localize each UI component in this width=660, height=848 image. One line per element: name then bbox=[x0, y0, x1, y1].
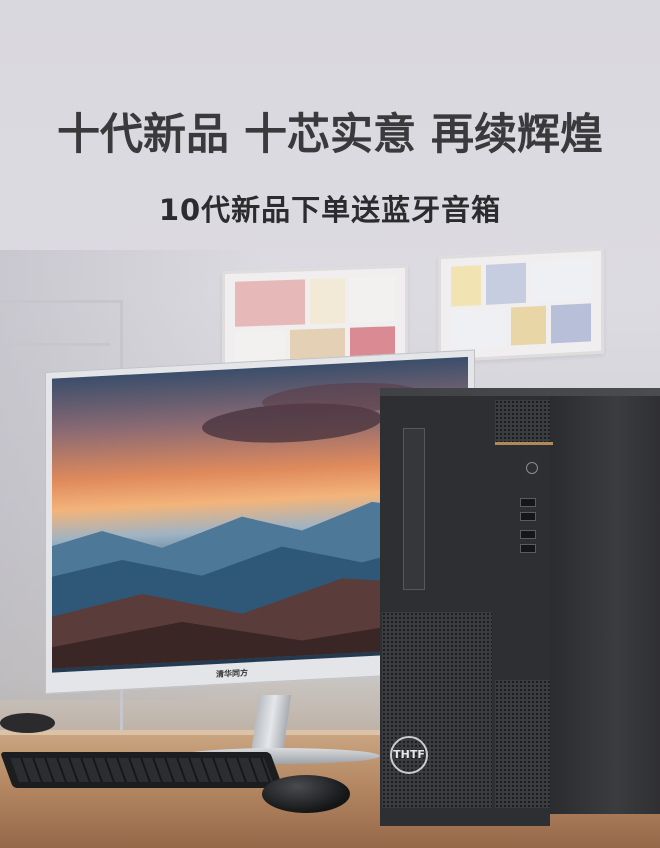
tower-front-grille-right bbox=[495, 680, 550, 808]
product-banner: 十代新品 十芯实意 再续辉煌 10代新品下单送蓝牙音箱 清华同方 THTF bbox=[0, 0, 660, 848]
tower-accent-trim bbox=[495, 442, 553, 445]
tower-logo-badge: THTF bbox=[390, 736, 428, 774]
usb-port bbox=[520, 544, 536, 553]
mouse bbox=[262, 775, 350, 813]
keyboard bbox=[0, 752, 284, 788]
optical-drive-bay bbox=[403, 428, 425, 590]
usb-port bbox=[520, 530, 536, 539]
background-mouse bbox=[0, 713, 55, 733]
banner-headline: 十代新品 十芯实意 再续辉煌 bbox=[57, 110, 603, 160]
tower-front-grille bbox=[382, 612, 492, 808]
usb-port bbox=[520, 498, 536, 507]
tower-side-panel bbox=[550, 396, 660, 814]
tower-top-grille bbox=[495, 400, 550, 442]
banner-subline: 10代新品下单送蓝牙音箱 bbox=[158, 193, 502, 227]
power-button-icon bbox=[526, 462, 538, 474]
wall-art-right bbox=[438, 247, 604, 363]
usb-port bbox=[520, 512, 536, 521]
monitor-brand-label: 清华同方 bbox=[216, 668, 248, 680]
